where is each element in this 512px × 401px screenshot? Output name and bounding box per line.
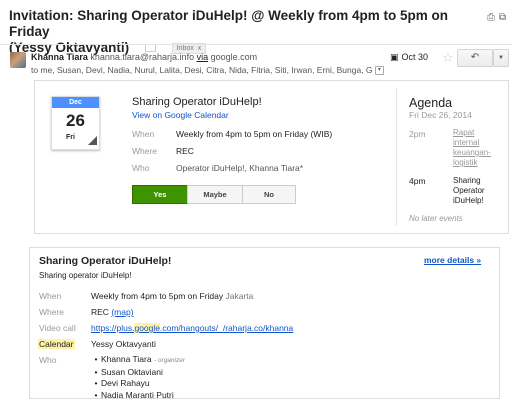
who-name: Susan Oktaviani (101, 367, 163, 377)
rsvp-yes-button[interactable]: Yes (132, 185, 188, 204)
details-video-label: Video call (39, 323, 76, 333)
sender-email: khanna.tiara@raharja.info (90, 52, 194, 62)
details-when-label: When (39, 291, 61, 301)
who-list-item: •Susan Oktaviani (91, 367, 185, 379)
expand-recipients-icon[interactable]: ▾ (375, 66, 384, 75)
inbox-label-text: Inbox (177, 45, 194, 52)
agenda-item-2: Sharing Operator iDuHelp! (453, 176, 503, 206)
details-where-label: Where (39, 307, 64, 317)
sender-via-link[interactable]: via (197, 52, 209, 62)
agenda-title: Agenda (409, 96, 452, 110)
event-day: 26 (52, 111, 99, 131)
details-title: Sharing Operator iDuHelp! (39, 255, 171, 267)
agenda-item-2-line: Operator (453, 186, 503, 196)
who-name: Khanna Tiara (101, 354, 152, 364)
map-link[interactable]: (map) (111, 307, 133, 317)
details-calendar-label: Calendar (38, 339, 75, 349)
agenda-item-1-line: internal (453, 138, 503, 148)
sender-name[interactable]: Khanna Tiara (31, 52, 88, 62)
details-when-text: Weekly from 4pm to 5pm on Friday (91, 291, 223, 301)
event-weekday: Fri (66, 134, 75, 141)
details-when-place: Jakarta (226, 291, 254, 301)
who-list-item: •Nadia Maranti Putri (91, 390, 185, 401)
who-value: Operator iDuHelp!, Khanna Tiara* (176, 163, 303, 173)
subject-toolbar: ⎙⧉ (487, 12, 510, 23)
event-month: Dec (52, 97, 99, 108)
who-label: Who (132, 163, 149, 173)
email-date-text: Oct 30 (402, 52, 429, 62)
agenda-item-1-line: Rapat (453, 128, 503, 138)
view-on-calendar-link[interactable]: View on Google Calendar (132, 110, 229, 120)
agenda-item-2-line: iDuHelp! (453, 196, 503, 206)
when-label: When (132, 129, 154, 139)
sender-line: Khanna Tiara khanna.tiara@raharja.info v… (31, 52, 257, 62)
rsvp-no-button[interactable]: No (242, 185, 296, 204)
agenda-item-2-line: Sharing (453, 176, 503, 186)
more-options-icon: ▼ (498, 55, 504, 61)
header-divider (0, 44, 512, 45)
rsvp-buttons: Yes Maybe No (132, 185, 294, 203)
details-video-value: https://plus.google.com/hangouts/_/rahar… (91, 323, 293, 333)
more-details-link[interactable]: more details » (424, 255, 481, 265)
details-calendar-value: Yessy Oktavyanti (91, 339, 156, 349)
agenda-time-2: 4pm (409, 176, 426, 186)
new-window-icon[interactable]: ⧉ (499, 12, 510, 23)
rsvp-maybe-button[interactable]: Maybe (187, 185, 243, 204)
sender-avatar[interactable] (10, 52, 26, 68)
event-date-icon: Dec 26 Fri (51, 96, 100, 150)
email-subject: Invitation: Sharing Operator iDuHelp! @ … (9, 8, 469, 56)
who-name: Nadia Maranti Putri (101, 390, 174, 400)
recipients-line: to me, Susan, Devi, Nadia, Nurul, Lalita… (31, 65, 384, 75)
where-label: Where (132, 146, 157, 156)
where-value: REC (176, 146, 194, 156)
agenda-no-more-events: No later events (409, 214, 463, 223)
agenda-item-1-line: logistik (453, 158, 503, 168)
agenda-time-1: 2pm (409, 129, 426, 139)
details-who-label: Who (39, 355, 56, 365)
who-organizer-note: - organizer (154, 357, 185, 364)
agenda-item-1-line: keuangan- (453, 148, 503, 158)
print-icon[interactable]: ⎙ (487, 12, 499, 23)
details-where-text: REC (91, 307, 109, 317)
when-value: Weekly from 4pm to 5pm on Friday (WIB) (176, 129, 332, 139)
recipients-text: to me, Susan, Devi, Nadia, Nurul, Lalita… (31, 65, 373, 75)
event-title: Sharing Operator iDuHelp! (132, 96, 262, 108)
who-name: Devi Rahayu (101, 378, 150, 388)
who-list-item: •Devi Rahayu (91, 378, 185, 390)
details-where-value: REC (map) (91, 307, 134, 317)
remove-label-icon[interactable]: x (198, 45, 202, 52)
hangout-link-post: .com/hangouts/_/raharja.co/khanna (160, 323, 293, 333)
hangout-link-highlight: google (134, 323, 160, 333)
reply-icon: ↶ (471, 52, 479, 63)
details-subtitle: Sharing operator iDuHelp! (39, 271, 132, 280)
subject-line-1: Invitation: Sharing Operator iDuHelp! @ … (9, 8, 448, 39)
star-icon[interactable]: ☆ (442, 50, 454, 66)
page-fold-icon (88, 136, 97, 145)
reply-button[interactable]: ↶ (457, 49, 493, 67)
hangout-link-pre: https://plus. (91, 323, 134, 333)
who-list-item: •Khanna Tiara - organizer (91, 354, 185, 367)
more-options-button[interactable]: ▼ (493, 49, 509, 67)
hangout-link[interactable]: https://plus.google.com/hangouts/_/rahar… (91, 323, 293, 333)
details-when-value: Weekly from 4pm to 5pm on Friday Jakarta (91, 291, 253, 301)
agenda-divider (396, 88, 397, 226)
sender-domain: google.com (211, 52, 258, 62)
calendar-icon: ▣ (390, 52, 399, 62)
agenda-item-1[interactable]: Rapat internal keuangan- logistik (453, 128, 503, 168)
agenda-date: Fri Dec 26, 2014 (409, 110, 472, 120)
email-date: ▣Oct 30 (390, 52, 428, 63)
